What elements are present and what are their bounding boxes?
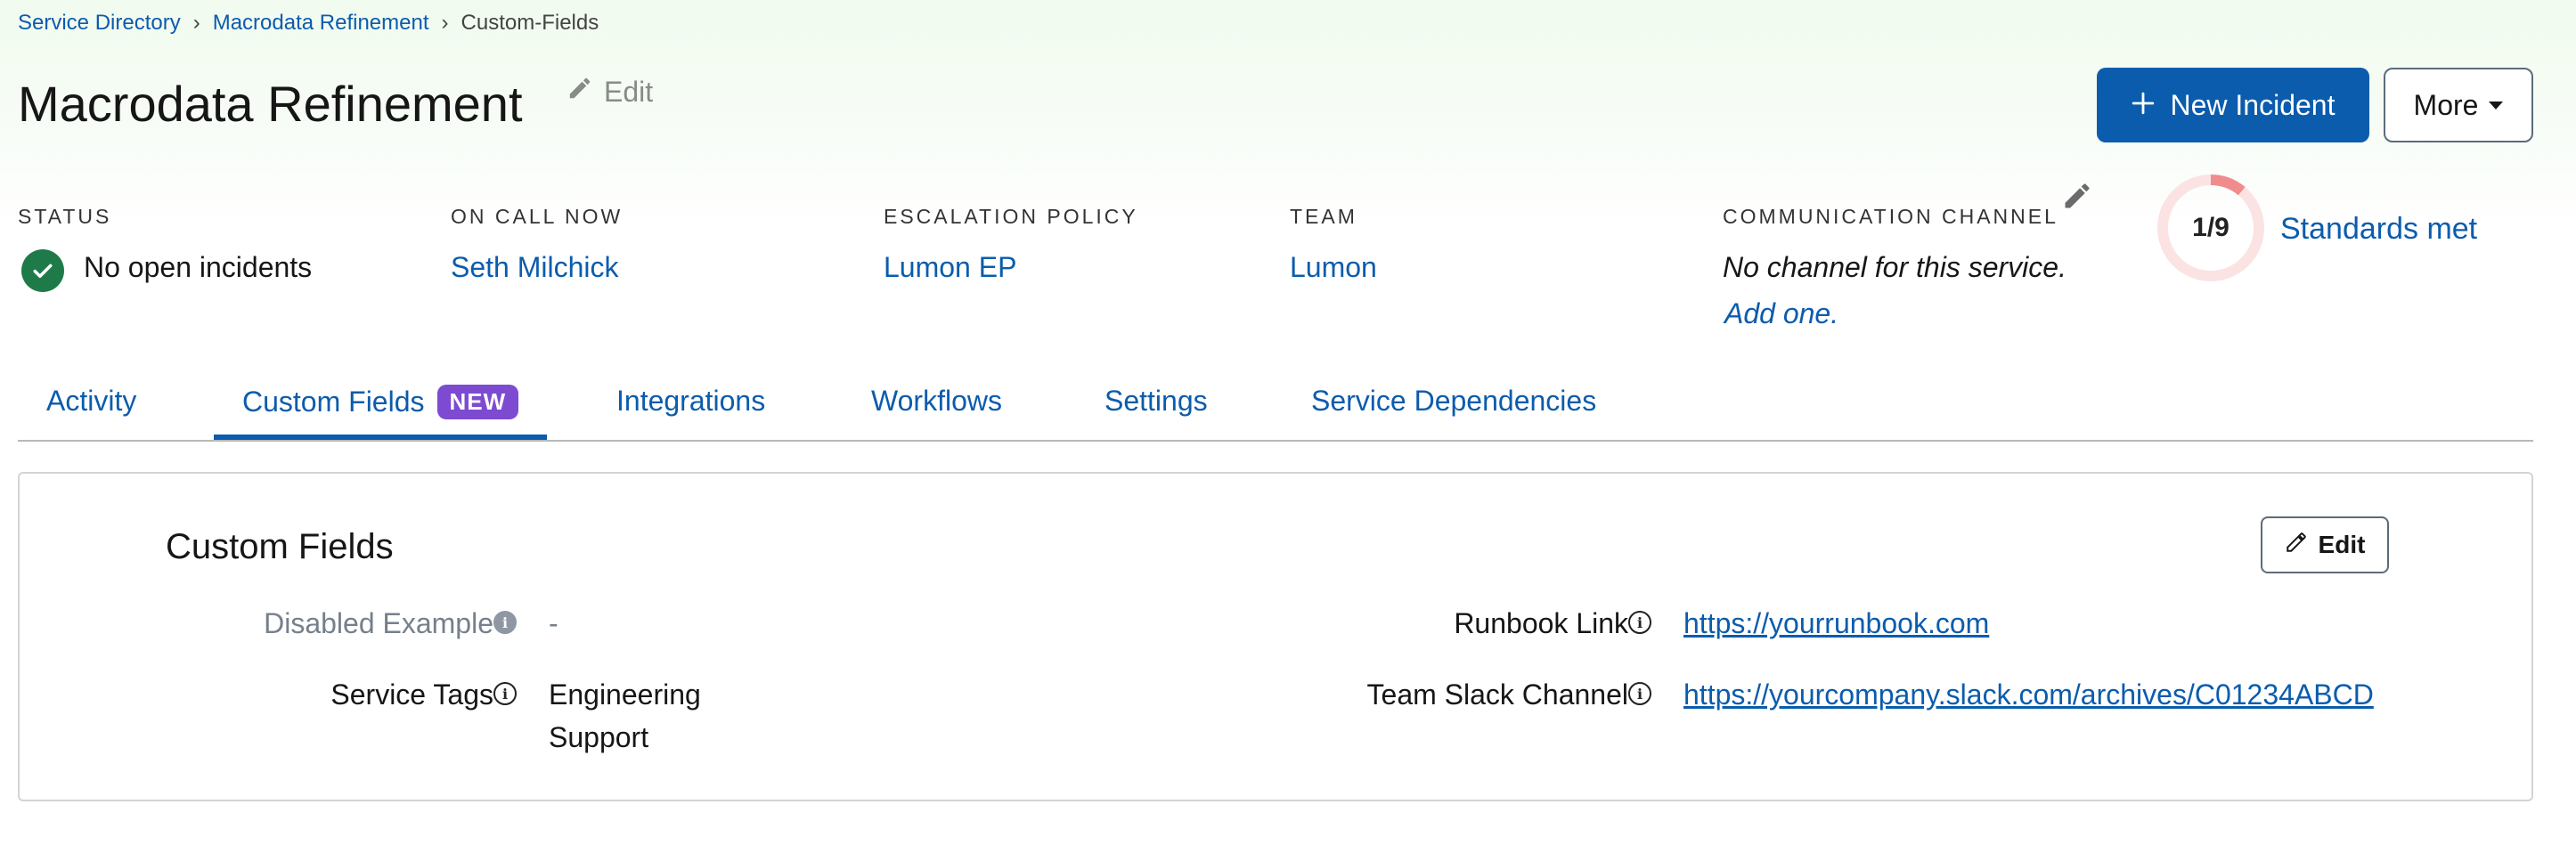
caret-down-icon	[2489, 101, 2504, 110]
info-icon[interactable]: i	[1628, 682, 1651, 705]
team-link[interactable]: Lumon	[1290, 251, 1377, 284]
new-incident-label: New Incident	[2170, 88, 2336, 121]
edit-title-button[interactable]: Edit	[567, 75, 653, 109]
tab-workflows[interactable]: Workflows	[871, 385, 1002, 418]
team-label: TEAM	[1290, 205, 1357, 228]
new-incident-button[interactable]: New Incident	[2097, 68, 2369, 142]
breadcrumb-current: Custom-Fields	[461, 11, 599, 35]
runbook-link[interactable]: https://yourrunbook.com	[1683, 607, 1989, 640]
escalation-policy-link[interactable]: Lumon EP	[884, 251, 1016, 284]
tab-service-dependencies-label: Service Dependencies	[1311, 385, 1597, 417]
tab-activity[interactable]: Activity	[46, 385, 136, 418]
tab-integrations[interactable]: Integrations	[616, 385, 765, 418]
tab-custom-fields-label: Custom Fields	[242, 386, 425, 418]
pencil-icon	[2061, 183, 2093, 215]
tab-bar: Activity Custom Fields NEW Integrations …	[18, 372, 2533, 442]
add-channel-link[interactable]: Add one.	[1724, 297, 1838, 330]
tab-activity-label: Activity	[46, 385, 137, 417]
tab-settings[interactable]: Settings	[1105, 385, 1208, 418]
on-call-link[interactable]: Seth Milchick	[451, 251, 619, 284]
pencil-icon	[567, 75, 593, 109]
new-badge: NEW	[436, 385, 519, 419]
disabled-example-value: -	[549, 607, 558, 639]
more-dropdown-button[interactable]: More	[2384, 68, 2533, 142]
custom-fields-card: Custom Fields Edit Disabled Example i - …	[18, 472, 2533, 801]
more-label: More	[2413, 88, 2479, 121]
standards-ratio: 1/9	[2192, 213, 2230, 242]
breadcrumb-service-directory[interactable]: Service Directory	[18, 11, 181, 36]
tab-settings-label: Settings	[1105, 385, 1208, 417]
active-tab-indicator	[214, 435, 547, 440]
status-value: No open incidents	[84, 251, 313, 283]
disabled-example-label: Disabled Example	[264, 607, 493, 639]
standards-progress-ring[interactable]: 1/9	[2156, 173, 2266, 283]
tab-workflows-label: Workflows	[871, 385, 1002, 417]
page-title: Macrodata Refinement	[18, 76, 523, 132]
edit-communication-channel-button[interactable]	[2061, 180, 2093, 216]
escalation-policy-label: ESCALATION POLICY	[884, 205, 1138, 228]
pencil-icon	[2285, 531, 2308, 560]
service-tags-label: Service Tags	[330, 678, 493, 711]
service-tag-support: Support	[549, 721, 649, 753]
communication-channel-value: No channel for this service.	[1723, 251, 2067, 283]
team-slack-channel-link[interactable]: https://yourcompany.slack.com/archives/C…	[1683, 678, 2374, 711]
on-call-label: ON CALL NOW	[451, 205, 624, 228]
tab-custom-fields[interactable]: Custom Fields NEW	[242, 385, 519, 419]
info-icon[interactable]: i	[1628, 611, 1651, 634]
team-slack-channel-label: Team Slack Channel	[1366, 678, 1628, 711]
breadcrumb-separator: ›	[441, 11, 449, 35]
tab-integrations-label: Integrations	[616, 385, 766, 417]
edit-custom-fields-button[interactable]: Edit	[2261, 516, 2389, 573]
breadcrumb: Service Directory › Macrodata Refinement…	[18, 11, 599, 36]
edit-custom-fields-label: Edit	[2318, 531, 2366, 558]
communication-channel-label: COMMUNICATION CHANNEL	[1723, 205, 2058, 228]
breadcrumb-separator: ›	[192, 11, 200, 35]
plus-icon	[2132, 89, 2155, 122]
check-circle-icon	[21, 249, 64, 292]
tab-service-dependencies[interactable]: Service Dependencies	[1311, 385, 1596, 418]
breadcrumb-macrodata-refinement[interactable]: Macrodata Refinement	[213, 11, 429, 36]
runbook-link-label: Runbook Link	[1454, 607, 1628, 639]
standards-met-link[interactable]: Standards met	[2280, 212, 2477, 247]
info-icon[interactable]: i	[493, 611, 517, 634]
status-label: STATUS	[18, 205, 112, 228]
edit-title-label: Edit	[604, 75, 654, 108]
info-icon[interactable]: i	[493, 682, 517, 705]
service-tag-engineering: Engineering	[549, 678, 701, 711]
custom-fields-title: Custom Fields	[166, 527, 394, 566]
